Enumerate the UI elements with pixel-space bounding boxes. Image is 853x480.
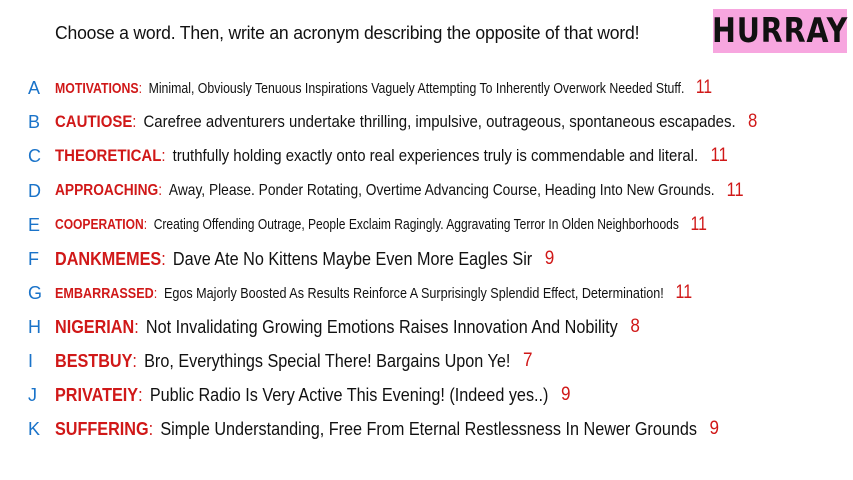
- hurray-badge: HURRAY: [711, 9, 849, 53]
- row-letter: E: [28, 214, 41, 235]
- row-word: THEORETICAL: [55, 146, 162, 165]
- row-letter: J: [28, 384, 37, 405]
- row-letter: F: [28, 248, 39, 269]
- acronym-row-d: D APPROACHING: Away, Please. Ponder Rotati…: [0, 177, 853, 205]
- row-letter: C: [28, 145, 41, 166]
- row-acronym-text: Creating Offending Outrage, People Excla…: [153, 217, 679, 233]
- row-letter: B: [28, 111, 41, 132]
- row-acronym-text: Dave Ate No Kittens Maybe Even More Eagl…: [172, 248, 533, 269]
- row-letter-count: 7: [522, 350, 533, 371]
- row-colon: :: [138, 79, 143, 97]
- row-acronym-text: Carefree adventurers undertake thrilling…: [143, 112, 736, 131]
- row-letter-count: 9: [709, 418, 720, 439]
- row-letter: D: [28, 180, 41, 201]
- row-letter-count: 8: [747, 111, 758, 132]
- acronym-row-h: H NIGERIAN: Not Invalidating Growing Emoti…: [0, 313, 705, 341]
- row-letter-count: 8: [630, 316, 640, 337]
- row-acronym-text: Bro, Everythings Special There! Bargains…: [144, 350, 511, 371]
- row-acronym-text: Away, Please. Ponder Rotating, Overtime …: [168, 182, 715, 199]
- prompt-text: Choose a word. Then, write an acronym de…: [55, 22, 640, 43]
- row-word: SUFFERING: [55, 418, 149, 439]
- acronym-row-j: J PRIVATEIY: Public Radio Is Very Active T…: [0, 381, 628, 409]
- row-letter-count: 11: [726, 180, 744, 201]
- acronym-row-a: A MOTIVATIONS: Minimal, Obviously Tenuous …: [0, 74, 853, 102]
- row-colon: :: [138, 384, 143, 405]
- row-colon: :: [143, 217, 148, 233]
- acronym-row-b: B CAUTIOSE: Carefree adventurers undertake…: [0, 108, 853, 136]
- row-letter: H: [28, 316, 41, 337]
- row-colon: :: [132, 112, 137, 131]
- row-letter-count: 11: [690, 214, 707, 235]
- row-acronym-text: truthfully holding exactly onto real exp…: [172, 146, 699, 165]
- row-word: EMBARRASSED: [55, 284, 154, 302]
- row-word: NIGERIAN: [55, 316, 135, 337]
- row-word: DANKMEMES: [55, 248, 162, 269]
- row-letter: A: [28, 77, 41, 98]
- hurray-badge-label: HURRAY: [711, 11, 849, 51]
- row-acronym-text: Minimal, Obviously Tenuous Inspirations …: [148, 79, 685, 97]
- row-word: APPROACHING: [55, 182, 159, 199]
- row-acronym-text: Not Invalidating Growing Emotions Raises…: [145, 316, 618, 337]
- acronym-row-k: K SUFFERING: Simple Understanding, Free Fr…: [0, 415, 793, 443]
- row-letter-count: 9: [544, 248, 555, 269]
- row-colon: :: [161, 248, 166, 269]
- row-letter: K: [28, 418, 41, 439]
- row-colon: :: [148, 418, 154, 439]
- row-word: PRIVATEIY: [55, 384, 139, 405]
- row-colon: :: [153, 284, 158, 302]
- row-letter-count: 11: [675, 282, 693, 303]
- acronym-row-f: F DANKMEMES: Dave Ate No Kittens Maybe Eve…: [0, 245, 610, 273]
- row-acronym-text: Egos Majorly Boosted As Results Reinforc…: [163, 284, 664, 302]
- row-acronym-text: Simple Understanding, Free From Eternal …: [160, 418, 697, 439]
- row-colon: :: [132, 350, 137, 371]
- row-colon: :: [161, 146, 166, 165]
- row-letter-count: 9: [561, 384, 571, 405]
- row-acronym-text: Public Radio Is Very Active This Evening…: [149, 384, 549, 405]
- row-letter-count: 11: [695, 77, 713, 98]
- row-word: CAUTIOSE: [55, 112, 133, 131]
- row-letter-count: 11: [710, 145, 728, 166]
- row-colon: :: [158, 182, 163, 199]
- row-colon: :: [134, 316, 139, 337]
- row-word: COOPERATION: [55, 217, 144, 233]
- acronym-row-e: E COOPERATION: Creating Offending Outrage,…: [0, 211, 840, 239]
- acronym-row-g: G EMBARRASSED: Egos Majorly Boosted As Res…: [0, 279, 813, 307]
- row-word: BESTBUY: [55, 350, 133, 371]
- row-word: MOTIVATIONS: [55, 79, 139, 97]
- row-letter: G: [28, 282, 43, 303]
- row-letter: I: [28, 350, 34, 371]
- acronym-row-c: C THEORETICAL: truthfully holding exactly …: [0, 142, 820, 170]
- acronym-row-i: I BESTBUY: Bro, Everythings Special There!…: [0, 347, 586, 375]
